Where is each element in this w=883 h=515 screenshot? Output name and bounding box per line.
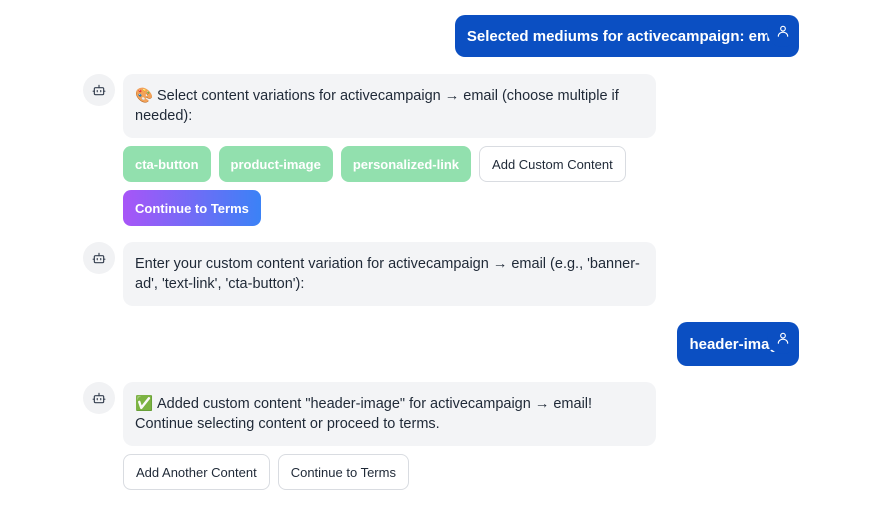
bot-message-text: Added custom content "header-image" for …: [135, 396, 593, 432]
add-custom-content-button[interactable]: Add Custom Content: [479, 146, 626, 182]
continue-to-terms-button[interactable]: Continue to Terms: [123, 190, 261, 226]
bot-icon: [92, 392, 106, 404]
continue-to-terms-button[interactable]: Continue to Terms: [277, 454, 409, 490]
user-message: Selected mediums for activecampaign: ema…: [454, 15, 799, 57]
followup-actions: Add Another Content Continue to Terms: [123, 454, 409, 490]
bot-icon: [92, 84, 106, 96]
bot-message-text: Select content variations for activecamp…: [135, 88, 619, 124]
bot-message-bubble: ✅ Added custom content "header-image" for…: [123, 382, 656, 446]
user-icon: [777, 332, 789, 344]
bot-avatar: [83, 382, 115, 414]
user-message-bubble: Selected mediums for activecampaign: ema…: [454, 15, 799, 57]
bot-message-text: Enter your custom content variation for …: [135, 256, 640, 292]
user-avatar: [767, 322, 799, 354]
check-emoji: ✅: [135, 396, 154, 412]
add-another-content-button[interactable]: Add Another Content: [123, 454, 270, 490]
bot-message-bubble: Enter your custom content variation for …: [123, 242, 656, 306]
chip-personalized-link[interactable]: personalized-link: [340, 146, 472, 182]
user-avatar: [767, 15, 799, 47]
bot-avatar: [83, 74, 115, 106]
chip-cta-button[interactable]: cta-button: [123, 146, 211, 182]
bot-avatar: [83, 242, 115, 274]
bot-icon: [92, 252, 106, 264]
palette-emoji: 🎨: [135, 88, 154, 104]
content-variation-options: cta-button product-image personalized-li…: [123, 146, 626, 182]
chip-product-image[interactable]: product-image: [218, 146, 333, 182]
bot-message-bubble: 🎨 Select content variations for activecam…: [123, 74, 656, 138]
user-icon: [777, 25, 789, 37]
